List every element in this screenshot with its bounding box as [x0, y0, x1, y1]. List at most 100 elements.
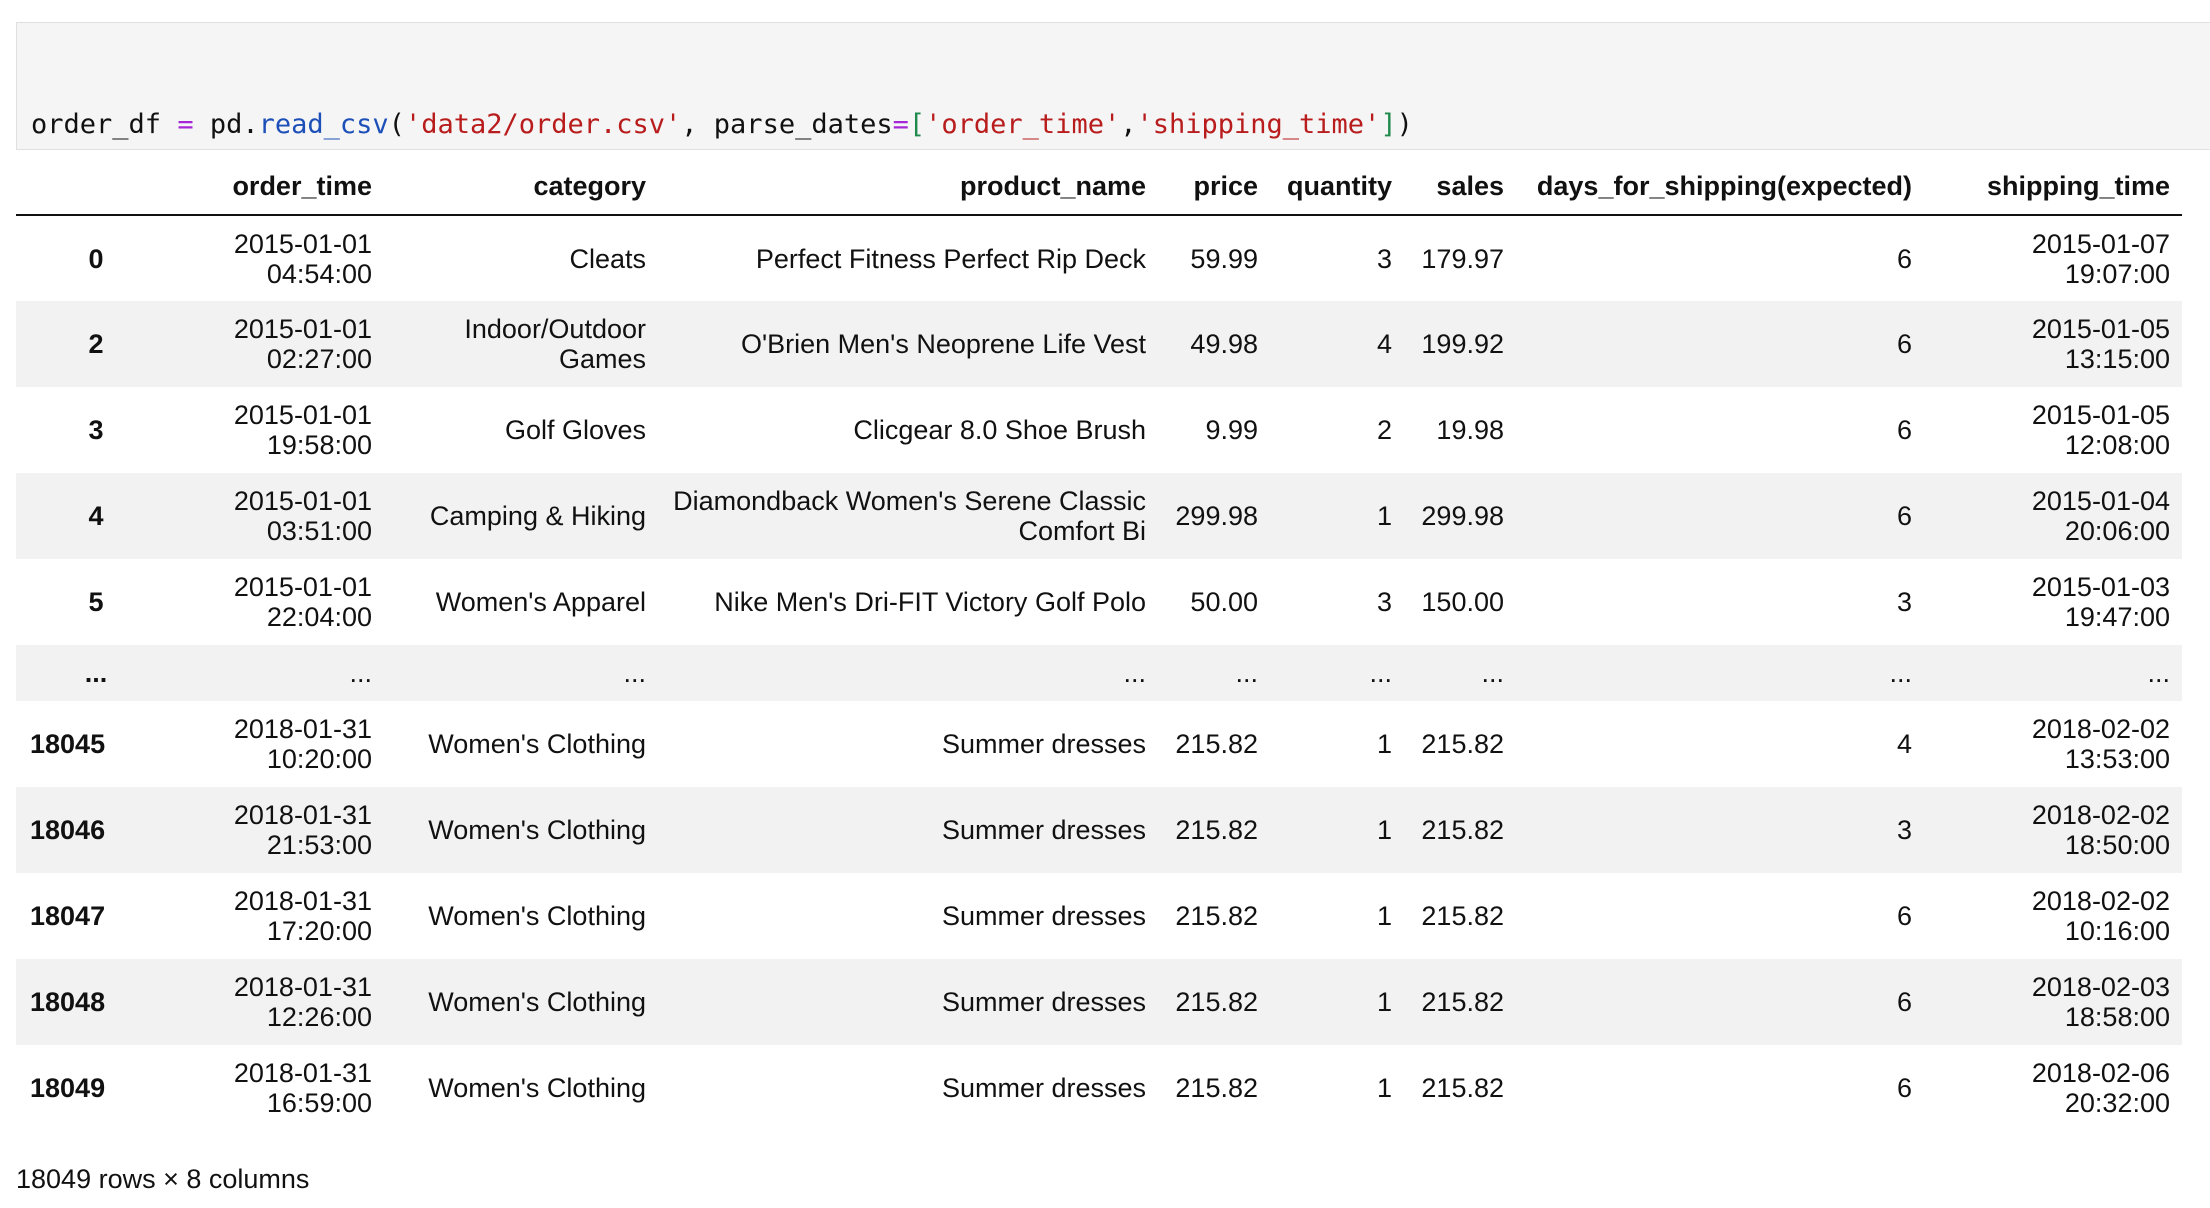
row-index: 18047: [30, 901, 106, 931]
cell-shipping-time-line: 10:16:00: [2064, 916, 2170, 946]
cell-order-time-line: 2015-01-01: [233, 400, 372, 430]
table-row: 18046 2018-01-31 21:53:00 Women's Clothing S…: [16, 787, 2182, 873]
row-index: 2: [88, 329, 104, 359]
cell-product-name: Summer dresses: [658, 701, 1158, 787]
cell-shipping-time-line: 19:07:00: [2064, 258, 2170, 289]
row-index: 18048: [30, 987, 106, 1017]
cell-order-time-line: 21:53:00: [266, 830, 372, 860]
table-row: 18049 2018-01-31 16:59:00 Women's Clothing S…: [16, 1045, 2182, 1131]
column-header-sales: sales: [1404, 158, 1516, 216]
cell-quantity: 4: [1376, 329, 1392, 359]
cell-shipping-time-line: 2015-01-07: [2031, 228, 2170, 259]
table-header-row: order_time category product_name price q…: [16, 158, 2182, 216]
cell-category: Golf Gloves: [384, 387, 658, 473]
column-header-order-time: order_time: [184, 158, 384, 216]
cell-quantity: 1: [1376, 501, 1392, 531]
cell-shipping-time: 2015-01-07 19:07:00: [1924, 215, 2182, 301]
cell-product-name: Nike Men's Dri-FIT Victory Golf Polo: [658, 559, 1158, 645]
cell-days-for-shipping: 6: [1896, 1073, 1912, 1103]
cell-price: 299.98: [1175, 501, 1258, 531]
cell-shipping-time: 2015-01-03 19:47:00: [1924, 559, 2182, 645]
cell-category: Camping & Hiking: [384, 473, 658, 559]
code-token: read_csv: [258, 109, 389, 140]
cell-shipping-time-line: 13:15:00: [2064, 344, 2170, 374]
cell-category-line: ...: [623, 658, 646, 688]
column-header-shipping-time: shipping_time: [1924, 158, 2182, 216]
cell-product-name: Summer dresses: [658, 959, 1158, 1045]
cell-order-time-line: 02:27:00: [266, 344, 372, 374]
cell-quantity: 1: [1376, 987, 1392, 1017]
row-index: 18049: [30, 1073, 106, 1103]
cell-category-line: Women's Clothing: [428, 729, 646, 759]
cell-days-for-shipping: 6: [1896, 501, 1912, 531]
table-row: 5 2015-01-01 22:04:00 Women's Apparel Nike M…: [16, 559, 2182, 645]
cell-order-time: 2018-01-31 10:20:00: [184, 701, 384, 787]
cell-order-time: ...: [184, 645, 384, 701]
cell-shipping-time: 2018-02-03 18:58:00: [1924, 959, 2182, 1045]
cell-order-time-line: 16:59:00: [266, 1088, 372, 1118]
cell-product-name-line: Summer dresses: [941, 901, 1146, 931]
column-header-price: price: [1158, 158, 1270, 216]
cell-category: Indoor/Outdoor Games: [384, 301, 658, 387]
cell-price: 215.82: [1175, 987, 1258, 1017]
cell-category-line: Camping & Hiking: [429, 501, 646, 531]
cell-shipping-time-line: 2018-02-02: [2031, 714, 2170, 744]
cell-days-for-shipping: 4: [1896, 729, 1912, 759]
row-index: 18045: [30, 729, 106, 759]
cell-quantity: 1: [1376, 1073, 1392, 1103]
cell-shipping-time-line: 2018-02-02: [2031, 800, 2170, 830]
cell-shipping-time: 2018-02-02 18:50:00: [1924, 787, 2182, 873]
cell-shipping-time: 2015-01-05 13:15:00: [1924, 301, 2182, 387]
cell-order-time-line: 2018-01-31: [233, 800, 372, 830]
code-token: parse_dates: [713, 109, 893, 140]
table-row: 4 2015-01-01 03:51:00 Camping & Hiking Diamo…: [16, 473, 2182, 559]
cell-order-time: 2018-01-31 21:53:00: [184, 787, 384, 873]
cell-shipping-time-line: 2015-01-04: [2031, 486, 2170, 516]
cell-price: 49.98: [1190, 329, 1258, 359]
row-index: 4: [88, 501, 104, 531]
cell-category-line: Games: [558, 344, 646, 374]
cell-shipping-time-line: 18:58:00: [2064, 1002, 2170, 1032]
cell-price: 215.82: [1175, 729, 1258, 759]
code-token: ,: [681, 109, 714, 140]
cell-category-line: Golf Gloves: [504, 415, 646, 445]
cell-category-line: Women's Clothing: [428, 815, 646, 845]
cell-order-time: 2015-01-01 22:04:00: [184, 559, 384, 645]
cell-product-name: Clicgear 8.0 Shoe Brush: [658, 387, 1158, 473]
cell-order-time-line: 2015-01-01: [233, 486, 372, 516]
cell-quantity: 2: [1376, 415, 1392, 445]
cell-order-time-line: ...: [349, 658, 372, 688]
cell-category: Women's Clothing: [384, 1045, 658, 1131]
row-index: 18046: [30, 815, 106, 845]
column-header-product-name: product_name: [658, 158, 1158, 216]
cell-order-time: 2018-01-31 17:20:00: [184, 873, 384, 959]
dataframe-table: order_time category product_name price q…: [16, 158, 2182, 1131]
cell-product-name-line: Comfort Bi: [1018, 516, 1146, 546]
cell-order-time-line: 12:26:00: [266, 1002, 372, 1032]
cell-product-name: Summer dresses: [658, 873, 1158, 959]
cell-product-name-line: Perfect Fitness Perfect Rip Deck: [755, 243, 1146, 274]
cell-shipping-time-line: 2015-01-05: [2031, 400, 2170, 430]
cell-order-time-line: 17:20:00: [266, 916, 372, 946]
code-cell[interactable]: order_df = pd.read_csv('data2/order.csv'…: [16, 22, 2210, 356]
cell-shipping-time-line: 2018-02-03: [2031, 972, 2170, 1002]
cell-category: Women's Clothing: [384, 959, 658, 1045]
table-row: 3 2015-01-01 19:58:00 Golf Gloves Clicgear 8…: [16, 387, 2182, 473]
cell-category-line: Indoor/Outdoor: [464, 314, 646, 344]
cell-shipping-time-line: 2018-02-06: [2031, 1058, 2170, 1088]
column-header-quantity: quantity: [1270, 158, 1404, 216]
cell-sales: ...: [1481, 658, 1504, 688]
cell-sales: 179.97: [1421, 243, 1504, 274]
table-body: 0 2015-01-01 04:54:00 Cleats Perfect Fitness…: [16, 215, 2182, 1131]
cell-product-name: Summer dresses: [658, 1045, 1158, 1131]
cell-price: 59.99: [1190, 243, 1258, 274]
cell-shipping-time: 2015-01-04 20:06:00: [1924, 473, 2182, 559]
code-token: ,: [1120, 109, 1137, 140]
cell-order-time-line: 2015-01-01: [233, 572, 372, 602]
cell-price: 9.99: [1205, 415, 1258, 445]
cell-shipping-time-line: 18:50:00: [2064, 830, 2170, 860]
cell-product-name-line: ...: [1123, 658, 1146, 688]
cell-shipping-time-line: 2015-01-05: [2031, 314, 2170, 344]
cell-category: Cleats: [384, 215, 658, 301]
cell-sales: 199.92: [1421, 329, 1504, 359]
